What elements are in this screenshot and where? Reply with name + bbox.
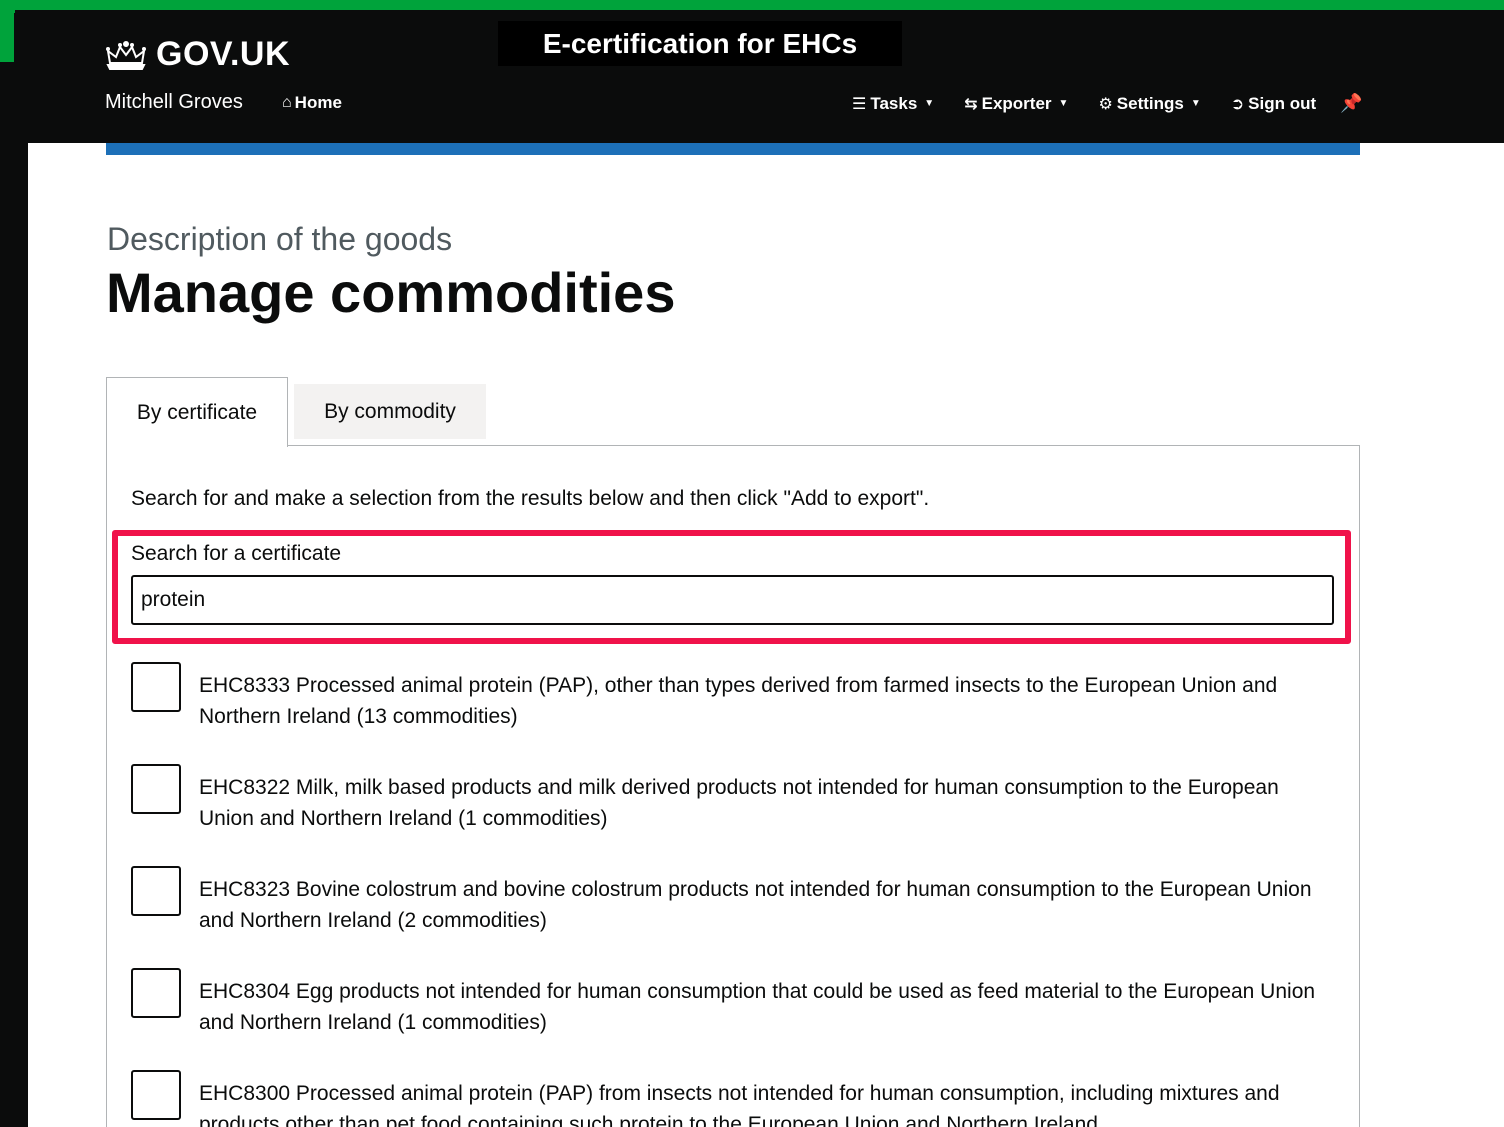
search-label: Search for a certificate [131,542,342,565]
crown-icon [106,40,146,70]
page-caption: Description of the goods [107,221,453,257]
certificate-search-input[interactable] [131,575,1334,625]
result-checkbox[interactable] [131,764,181,814]
result-checkbox[interactable] [131,968,181,1018]
nav-home-label: Home [294,93,342,112]
gear-icon: ⚙ [1098,95,1113,113]
nav-right: ☰ Tasks ▼ ⇆ Exporter ▼ ⚙ Settings ▼ ➲ Si… [852,93,1363,114]
nav-exporter-label: Exporter [981,93,1052,113]
header-blue-bar [106,143,1360,155]
list-item: EHC8304 Egg products not intended for hu… [131,966,1331,1068]
page-title: Manage commodities [106,261,676,324]
result-checkbox[interactable] [131,662,181,712]
result-checkbox[interactable] [131,1070,181,1120]
exchange-icon: ⇆ [964,95,978,113]
nav-settings[interactable]: ⚙ Settings ▼ [1098,94,1200,114]
results-list: EHC8333 Processed animal protein (PAP), … [131,660,1331,1127]
top-green-strip [0,0,1504,10]
nav-home[interactable]: ⌂ Home [282,93,342,113]
caret-down-icon: ▼ [1190,98,1201,109]
nav-exporter[interactable]: ⇆ Exporter ▼ [964,94,1068,114]
search-instructions: Search for and make a selection from the… [131,487,930,510]
tab-by-certificate[interactable]: By certificate [106,377,288,447]
nav-tasks[interactable]: ☰ Tasks ▼ [852,94,934,114]
sign-out-icon: ➲ [1230,95,1245,113]
result-label[interactable]: EHC8300 Processed animal protein (PAP) f… [199,1078,1319,1127]
site-header: GOV.UK E-certification for EHCs Mitchell… [14,13,1489,133]
list-item: EHC8333 Processed animal protein (PAP), … [131,660,1331,762]
user-name: Mitchell Groves [105,91,243,113]
pin-icon[interactable]: 📌 [1340,93,1362,114]
caret-down-icon: ▼ [1058,98,1069,109]
caret-down-icon: ▼ [924,98,935,109]
nav-tasks-label: Tasks [870,93,918,113]
list-item: EHC8322 Milk, milk based products and mi… [131,762,1331,864]
result-label[interactable]: EHC8323 Bovine colostrum and bovine colo… [199,874,1319,936]
nav-sign-out-label: Sign out [1248,93,1317,113]
nav-settings-label: Settings [1116,93,1184,113]
list-icon: ☰ [852,95,867,113]
home-icon: ⌂ [282,94,292,111]
govuk-logo[interactable]: GOV.UK [104,35,290,74]
result-label[interactable]: EHC8333 Processed animal protein (PAP), … [199,670,1319,732]
tab-by-commodity[interactable]: By commodity [294,384,486,439]
result-label[interactable]: EHC8304 Egg products not intended for hu… [199,976,1319,1038]
list-item: EHC8300 Processed animal protein (PAP) f… [131,1068,1331,1127]
result-label[interactable]: EHC8322 Milk, milk based products and mi… [199,772,1319,834]
logo-text: GOV.UK [156,35,291,73]
main-content: Description of the goods Manage commodit… [28,143,1504,1127]
service-name[interactable]: E-certification for EHCs [498,21,902,66]
list-item: EHC8323 Bovine colostrum and bovine colo… [131,864,1331,966]
result-checkbox[interactable] [131,866,181,916]
nav-sign-out[interactable]: ➲ Sign out [1231,94,1316,114]
